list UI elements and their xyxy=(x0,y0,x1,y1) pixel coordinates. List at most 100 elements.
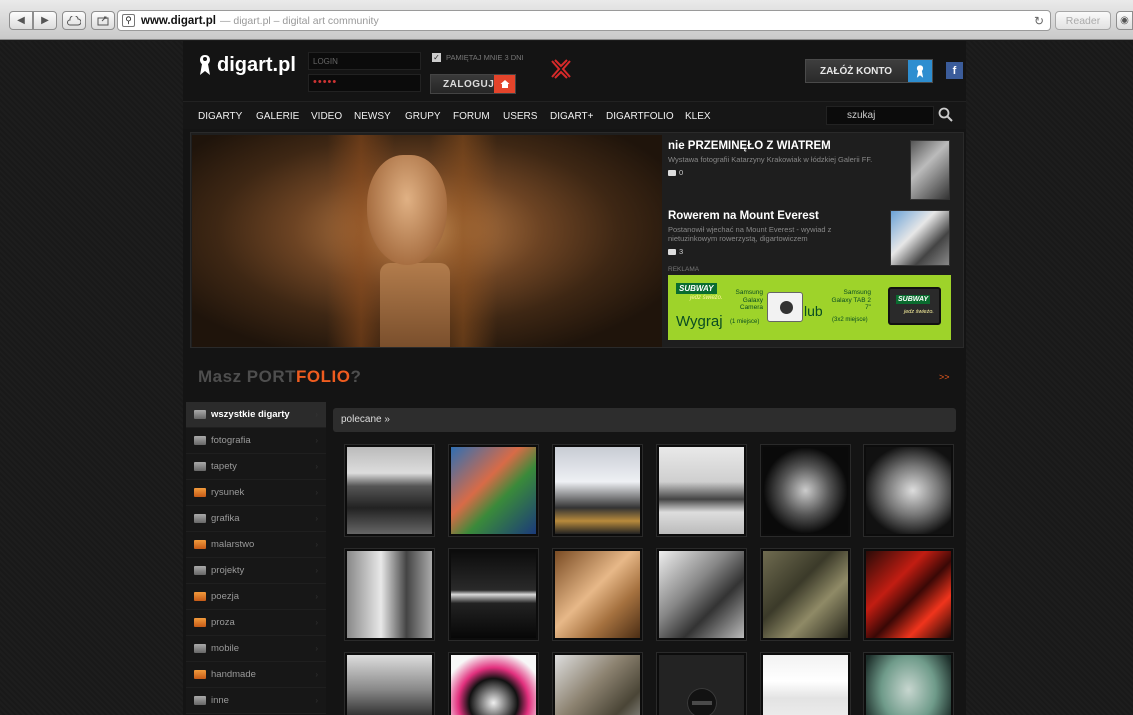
news-item[interactable]: nie PRZEMINĘŁO Z WIATREM Wystawa fotogra… xyxy=(668,140,898,177)
sidebar-item-mobile[interactable]: mobile › xyxy=(186,636,326,662)
sidebar-item-label: fotografia xyxy=(211,435,251,446)
subway-ad-banner[interactable]: SUBWAY jedz świeżo. Wygraj Samsung Galax… xyxy=(668,275,951,340)
chevron-right-icon: › xyxy=(315,644,318,653)
nav-grupy[interactable]: GRUPY xyxy=(405,111,441,122)
news-comments[interactable]: 0 xyxy=(668,168,898,177)
thumb-placeholder[interactable] xyxy=(657,653,746,715)
news-text: Postanowił wjechać na Mount Everest - wy… xyxy=(668,225,832,243)
sidebar-item-handmade[interactable]: handmade › xyxy=(186,662,326,688)
news-item[interactable]: Rowerem na Mount Everest Postanowił wjec… xyxy=(668,210,878,256)
ad-brand-tablet: SUBWAY xyxy=(896,295,931,304)
search-input[interactable]: szukaj xyxy=(826,106,934,125)
nav-video[interactable]: VIDEO xyxy=(311,111,342,122)
sidebar-item-projekty[interactable]: projekty › xyxy=(186,558,326,584)
reader-button[interactable]: Reader xyxy=(1055,11,1111,30)
sidebar-item-label: projekty xyxy=(211,565,245,576)
placeholder-icon xyxy=(687,688,717,715)
back-button[interactable]: ◀ xyxy=(9,11,33,30)
sidebar-item-malarstwo[interactable]: malarstwo › xyxy=(186,532,326,558)
nav-digart-plus[interactable]: DIGART+ xyxy=(550,111,593,122)
portfolio-more-link[interactable]: >> xyxy=(939,372,950,382)
sidebar-item-fotografia[interactable]: fotografia › xyxy=(186,428,326,454)
thumb-two-men[interactable] xyxy=(345,549,434,640)
sidebar-item-inne[interactable]: inne › xyxy=(186,688,326,714)
sidebar-item-poezja[interactable]: poezja › xyxy=(186,584,326,610)
register-button[interactable]: ZAŁÓŻ KONTO xyxy=(805,59,933,83)
category-icon xyxy=(194,592,206,601)
cloud-icon xyxy=(67,15,81,25)
featured-image[interactable] xyxy=(192,135,662,347)
sidebar-item-label: rysunek xyxy=(211,487,245,498)
nav-galerie[interactable]: GALERIE xyxy=(256,111,299,122)
nav-digarty[interactable]: DIGARTY xyxy=(198,111,242,122)
nav-forum[interactable]: FORUM xyxy=(453,111,490,122)
share-button[interactable] xyxy=(91,11,115,30)
search-icon[interactable] xyxy=(938,107,954,123)
browser-toolbar: ◀ ▶ ⚲ www.digart.pl — digart.pl – digita… xyxy=(0,0,1133,40)
thumb-tower-bw[interactable] xyxy=(657,445,746,536)
thumb-sculpture-bw[interactable] xyxy=(864,445,953,536)
featured-image-neck xyxy=(380,263,450,347)
facebook-button[interactable]: f xyxy=(946,62,963,79)
password-input[interactable]: ••••• xyxy=(308,74,421,92)
forward-button[interactable]: ▶ xyxy=(33,11,57,30)
user-logo-icon xyxy=(908,60,932,82)
sidebar-item-grafika[interactable]: grafika › xyxy=(186,506,326,532)
tablet-icon: SUBWAY jedz świeżo. xyxy=(888,287,941,325)
thumb-crouching-figure[interactable] xyxy=(761,445,850,536)
x-logo-icon[interactable] xyxy=(549,57,573,81)
icloud-button[interactable] xyxy=(62,11,86,30)
category-icon xyxy=(194,410,206,419)
remember-checkbox[interactable]: ✓ PAMIĘTAJ MNIE 3 DNI xyxy=(432,53,524,62)
sidebar-item-wszystkie-digarty[interactable]: wszystkie digarty › xyxy=(186,402,326,428)
site-logo[interactable]: digart.pl xyxy=(196,53,296,77)
sidebar-item-rysunek[interactable]: rysunek › xyxy=(186,480,326,506)
thumb-wolf[interactable] xyxy=(449,653,538,715)
section-title[interactable]: polecane » xyxy=(333,408,956,432)
reload-icon[interactable]: ↻ xyxy=(1034,14,1044,28)
thumb-red-art[interactable] xyxy=(864,549,953,640)
ad-slogan: jedz świeżo. xyxy=(690,295,723,301)
portfolio-heading[interactable]: Masz PORTFOLIO? xyxy=(198,367,361,387)
chevron-right-icon: › xyxy=(315,618,318,627)
thumb-desert-landscape[interactable] xyxy=(345,445,434,536)
address-bar[interactable]: ⚲ www.digart.pl — digart.pl – digital ar… xyxy=(117,10,1051,31)
nav-users[interactable]: USERS xyxy=(503,111,537,122)
nav-newsy[interactable]: NEWSY xyxy=(354,111,391,122)
sidebar-item-tapety[interactable]: tapety › xyxy=(186,454,326,480)
extension-button[interactable]: ◉ xyxy=(1116,11,1133,30)
thumb-statue[interactable] xyxy=(553,653,642,715)
sidebar-item-label: poezja xyxy=(211,591,239,602)
nav-digartfolio[interactable]: DIGARTFOLIO xyxy=(606,111,674,122)
thumb-woman-colors[interactable] xyxy=(449,445,538,536)
sidebar-item-label: grafika xyxy=(211,513,240,524)
login-button[interactable]: ZALOGUJ xyxy=(430,74,516,94)
news-thumbnail[interactable] xyxy=(890,210,950,266)
news-title[interactable]: Rowerem na Mount Everest xyxy=(668,210,878,222)
sidebar-item-proza[interactable]: proza › xyxy=(186,610,326,636)
thumb-cartoon-character[interactable] xyxy=(864,653,953,715)
category-icon xyxy=(194,540,206,549)
news-thumbnail[interactable] xyxy=(910,140,950,200)
sidebar-item-label: inne xyxy=(211,695,229,706)
chevron-right-icon: › xyxy=(315,696,318,705)
remember-label: PAMIĘTAJ MNIE 3 DNI xyxy=(446,53,524,62)
thumb-tree-roots[interactable] xyxy=(761,549,850,640)
thumb-woman-bw[interactable] xyxy=(657,549,746,640)
login-input[interactable]: LOGIN xyxy=(308,52,421,70)
ad-prize1: Samsung Galaxy Camera xyxy=(735,289,763,311)
digart-logo-icon xyxy=(200,55,210,75)
comment-icon xyxy=(668,248,676,255)
category-icon xyxy=(194,462,206,471)
news-title[interactable]: nie PRZEMINĘŁO Z WIATREM xyxy=(668,140,898,152)
nav-klex[interactable]: KLEX xyxy=(685,111,711,122)
chevron-right-icon: › xyxy=(315,540,318,549)
thumb-dark-reflection[interactable] xyxy=(449,549,538,640)
featured-image-face xyxy=(367,155,447,265)
thumb-warm-body[interactable] xyxy=(553,549,642,640)
thumb-website[interactable] xyxy=(761,653,850,715)
home-icon[interactable] xyxy=(494,75,515,93)
news-comments[interactable]: 3 xyxy=(668,247,878,256)
thumb-dancer[interactable] xyxy=(345,653,434,715)
thumb-figure-doorway[interactable] xyxy=(553,445,642,536)
